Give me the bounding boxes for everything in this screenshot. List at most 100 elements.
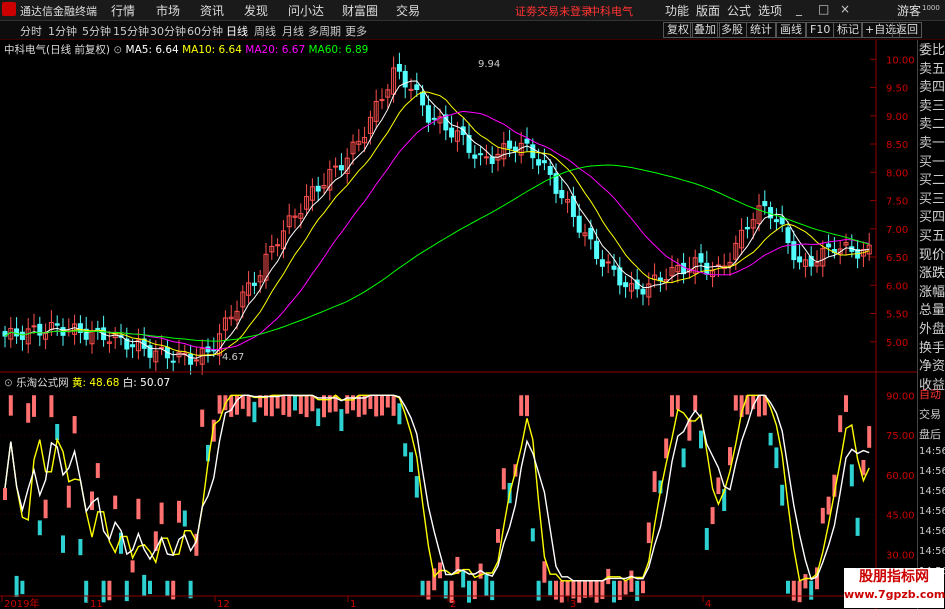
btn-fuquan[interactable]: 复权 <box>663 22 693 38</box>
watermark-line2: www.7gpzb.com <box>844 588 945 601</box>
x-tick-label: 2019年 <box>4 597 39 609</box>
indicator-bar <box>803 574 808 589</box>
btn-f10[interactable]: F10 <box>806 22 835 38</box>
btn-huaxian[interactable]: 画线 <box>776 22 806 38</box>
period-fenshi[interactable]: 分时 <box>20 23 42 39</box>
menu-gongshi[interactable]: 公式 <box>727 2 751 19</box>
indicator-bar <box>20 580 25 595</box>
btn-duogu[interactable]: 多股 <box>717 22 747 38</box>
candle-body <box>704 262 710 275</box>
indicator-bar <box>681 448 686 468</box>
candle-body <box>541 160 547 164</box>
indicator-bar <box>496 529 500 543</box>
x-tick-label: 1 <box>350 599 356 609</box>
candle-body <box>576 215 582 233</box>
candle-body <box>524 138 530 144</box>
indicator-bar <box>426 580 431 600</box>
indicator-bar <box>652 471 657 493</box>
btn-diejia[interactable]: 叠加 <box>690 22 720 38</box>
high-price-label: 9.94 <box>478 59 500 70</box>
candle-body <box>507 140 513 149</box>
x-tick-label: 11 <box>90 599 103 609</box>
period-multi[interactable]: 多周期 <box>308 23 341 39</box>
close-icon[interactable]: × <box>840 2 850 16</box>
menu-gongneng[interactable]: 功能 <box>665 2 689 19</box>
btn-biaoji[interactable]: 标记 <box>833 22 863 38</box>
indicator-settings-icon[interactable]: ⊙ <box>4 377 13 389</box>
indicator-bar <box>148 580 152 595</box>
indicator-bar <box>32 395 36 417</box>
menu-jiaoyi[interactable]: 交易 <box>396 2 420 19</box>
indicator-bar <box>397 403 402 425</box>
settings-icon[interactable]: ⊙ <box>113 44 122 56</box>
candle-body <box>414 84 420 91</box>
menu-faxian[interactable]: 发现 <box>244 2 268 19</box>
login-warning[interactable]: 证劵交易未登录 <box>515 3 592 19</box>
kline-chart[interactable]: 5.00 5.50 6.00 6.50 7.00 7.50 8.00 8.50 9.00 9.50… <box>0 40 917 609</box>
menu-caifuquan[interactable]: 财富圈 <box>342 2 378 19</box>
indicator-bar <box>519 395 524 416</box>
candle-body <box>599 259 605 267</box>
indicator-bar-group <box>3 395 872 603</box>
indicator-bar <box>826 496 831 515</box>
price-grid <box>870 58 876 343</box>
btn-tongji[interactable]: 统计 <box>746 22 776 38</box>
candle-body <box>791 241 797 261</box>
quote-lower-4: 14:56 <box>919 466 945 477</box>
candle-body <box>559 190 565 199</box>
candle-body <box>188 353 194 365</box>
menu-xuanxiang[interactable]: 选项 <box>758 2 782 19</box>
minimize-icon[interactable]: _ <box>796 2 802 16</box>
candle-body <box>483 156 489 159</box>
price-tick-label: 8.00 <box>886 168 908 179</box>
price-tick-label: 5.00 <box>886 338 908 349</box>
menu-wenxiaoda[interactable]: 问小达 <box>288 2 324 19</box>
menu-hangqing[interactable]: 行情 <box>111 2 135 19</box>
indicator-bar <box>530 528 535 542</box>
yellow-line-label: 黄: 48.68 <box>72 377 120 389</box>
maximize-icon[interactable]: □ <box>818 2 829 16</box>
price-tick-label: 6.00 <box>886 281 908 292</box>
stock-title: 中科电气(日线 前复权) <box>4 44 111 56</box>
period-15min[interactable]: 15分钟 <box>113 23 149 39</box>
current-stock-name: 中科电气 <box>589 5 633 18</box>
candle-body <box>95 327 101 330</box>
period-1min[interactable]: 1分钟 <box>48 23 77 39</box>
quote-lower-8: 14:56 <box>919 546 945 557</box>
period-more[interactable]: 更多 <box>345 23 367 39</box>
period-60min[interactable]: 60分钟 <box>187 23 223 39</box>
indicator-bar <box>246 395 251 417</box>
indicator-bar <box>264 395 268 416</box>
quote-item-17: 净资 <box>919 359 945 375</box>
candle-body <box>54 323 60 326</box>
period-weekly[interactable]: 周线 <box>254 23 276 39</box>
indicator-bar <box>542 561 547 583</box>
indicator-bar <box>368 395 373 409</box>
candle-body <box>425 105 431 123</box>
indicator-bar <box>391 395 396 416</box>
indicator-bar <box>72 416 77 434</box>
menu-zixun[interactable]: 资讯 <box>200 2 224 19</box>
period-5min[interactable]: 5分钟 <box>82 23 111 39</box>
indicator-bar <box>316 408 321 427</box>
x-tick-label: 4 <box>705 599 711 609</box>
indicator-bar <box>124 580 129 602</box>
guest-label[interactable]: 游客 <box>897 2 921 19</box>
x-tick-label: 2 <box>450 599 456 609</box>
menu-banmian[interactable]: 版面 <box>696 2 720 19</box>
period-30min[interactable]: 30分钟 <box>150 23 186 39</box>
indicator-bar <box>484 574 489 597</box>
indicator-bar <box>304 395 309 418</box>
menu-shichang[interactable]: 市场 <box>156 2 180 19</box>
indicator-line <box>4 394 870 582</box>
quote-item-14: 总量 <box>919 303 945 319</box>
indicator-bar <box>617 580 622 601</box>
indicator-bar <box>8 395 13 416</box>
candle-body <box>681 262 687 275</box>
indicator-bar <box>61 535 65 553</box>
period-daily[interactable]: 日线 <box>226 23 248 39</box>
btn-fanhui[interactable]: 返回 <box>892 22 922 38</box>
candle-body <box>379 99 385 102</box>
candle-body <box>130 344 136 348</box>
period-monthly[interactable]: 月线 <box>282 23 304 39</box>
